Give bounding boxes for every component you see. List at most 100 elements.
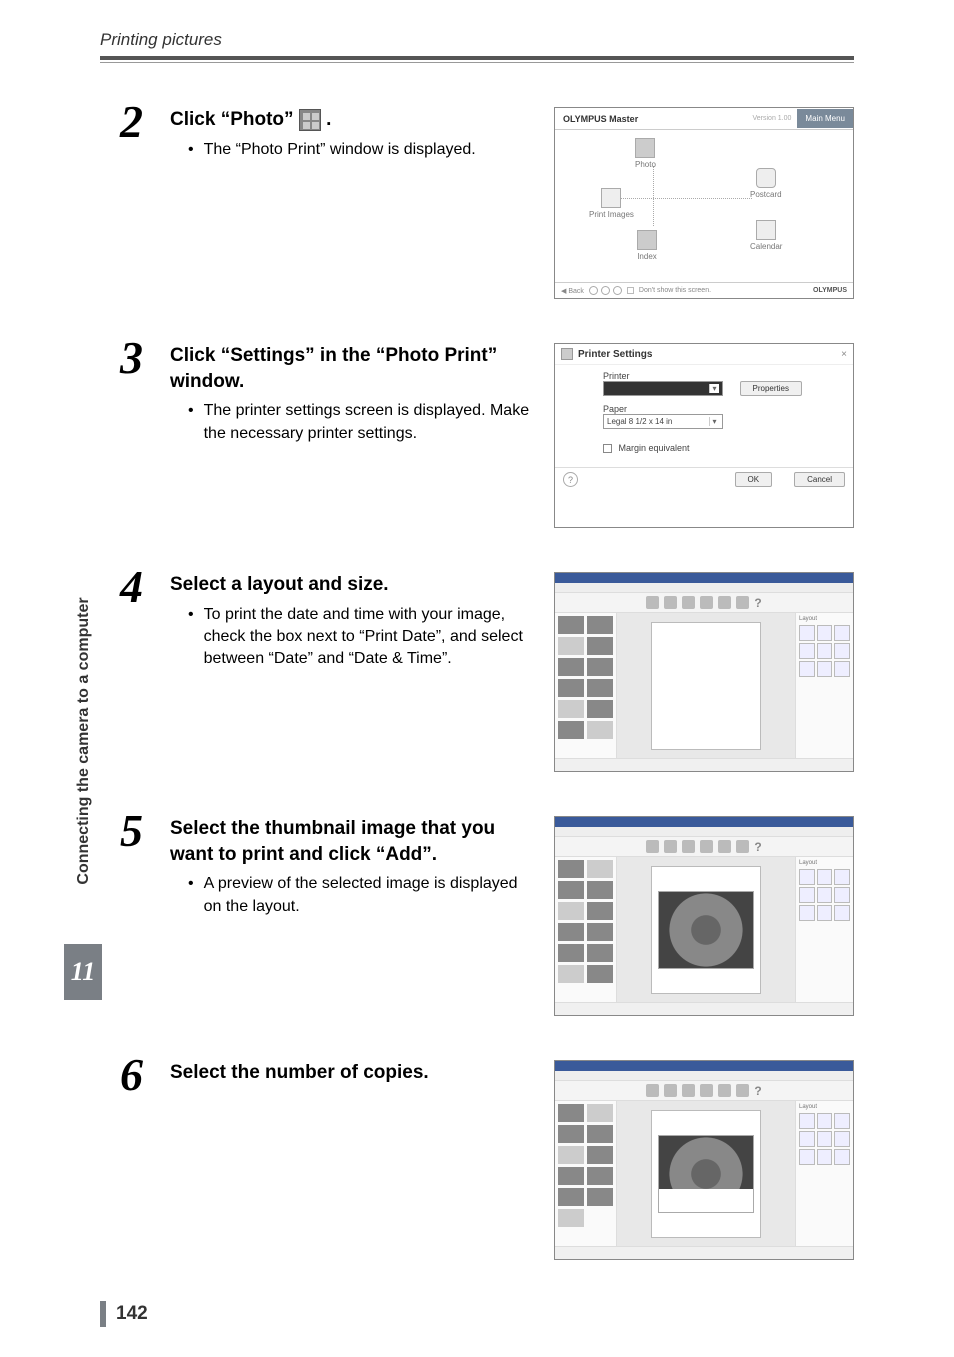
thumbnail[interactable] [558, 721, 584, 739]
thumbnail[interactable] [587, 1125, 613, 1143]
thumbnail[interactable] [587, 881, 613, 899]
layout-option[interactable] [817, 625, 833, 641]
toolbar-icon[interactable] [664, 1084, 677, 1097]
thumbnail[interactable] [558, 881, 584, 899]
toolbar-icon[interactable] [718, 596, 731, 609]
toolbar-icon[interactable] [718, 840, 731, 853]
printer-select[interactable]: ▾ [603, 381, 723, 396]
layout-option[interactable] [834, 905, 850, 921]
print-images-menu-item[interactable]: Print Images [589, 188, 634, 219]
properties-button[interactable]: Properties [740, 381, 802, 396]
help-icon[interactable]: ? [754, 1084, 761, 1097]
thumbnail[interactable] [587, 721, 613, 739]
thumbnail[interactable] [558, 1209, 584, 1227]
toolbar-icon[interactable] [682, 840, 695, 853]
postcard-menu-item[interactable]: Postcard [750, 168, 782, 199]
layout-option[interactable] [817, 643, 833, 659]
thumbnail[interactable] [558, 616, 584, 634]
toolbar-icon[interactable] [646, 840, 659, 853]
layout-option[interactable] [817, 887, 833, 903]
toolbar-icon[interactable] [736, 1084, 749, 1097]
thumbnail[interactable] [587, 1104, 613, 1122]
layout-option[interactable] [817, 1131, 833, 1147]
thumbnail[interactable] [558, 944, 584, 962]
layout-option[interactable] [799, 661, 815, 677]
thumbnail[interactable] [558, 700, 584, 718]
thumbnail[interactable] [558, 1146, 584, 1164]
toolbar-icon[interactable] [682, 1084, 695, 1097]
margin-checkbox[interactable] [603, 444, 612, 453]
thumbnail[interactable] [558, 637, 584, 655]
toolbar-icon[interactable] [718, 1084, 731, 1097]
index-menu-item[interactable]: Index [637, 230, 657, 261]
thumbnail[interactable] [558, 658, 584, 676]
step-bullet: • The printer settings screen is display… [170, 400, 536, 445]
back-link[interactable]: ◀ Back [561, 287, 584, 295]
thumbnail[interactable] [558, 923, 584, 941]
thumbnail[interactable] [558, 1125, 584, 1143]
thumbnail[interactable] [558, 902, 584, 920]
layout-option[interactable] [799, 869, 815, 885]
thumbnail[interactable] [587, 965, 613, 983]
toolbar-icon[interactable] [700, 596, 713, 609]
thumbnail[interactable] [558, 1188, 584, 1206]
layout-option[interactable] [799, 643, 815, 659]
toolbar-icon[interactable] [700, 840, 713, 853]
toolbar-icon[interactable] [736, 596, 749, 609]
thumbnail[interactable] [587, 860, 613, 878]
toolbar-icon[interactable] [646, 1084, 659, 1097]
toolbar-icon[interactable] [700, 1084, 713, 1097]
layout-option[interactable] [834, 643, 850, 659]
layout-option[interactable] [799, 1131, 815, 1147]
layout-option[interactable] [799, 1149, 815, 1165]
thumbnail[interactable] [587, 1188, 613, 1206]
layout-option[interactable] [834, 661, 850, 677]
help-icon[interactable]: ? [563, 472, 578, 487]
thumbnail[interactable] [587, 923, 613, 941]
dont-show-checkbox[interactable] [627, 287, 634, 294]
layout-option[interactable] [834, 1131, 850, 1147]
layout-option[interactable] [817, 1149, 833, 1165]
thumbnail[interactable] [587, 637, 613, 655]
thumbnail[interactable] [587, 902, 613, 920]
thumbnail[interactable] [587, 944, 613, 962]
layout-option[interactable] [834, 625, 850, 641]
layout-option[interactable] [799, 1113, 815, 1129]
close-icon[interactable]: × [841, 349, 847, 360]
layout-option[interactable] [834, 869, 850, 885]
layout-option[interactable] [817, 661, 833, 677]
thumbnail[interactable] [587, 1167, 613, 1185]
paper-select[interactable]: Legal 8 1/2 x 14 in▾ [603, 414, 723, 429]
layout-option[interactable] [799, 625, 815, 641]
layout-option[interactable] [817, 869, 833, 885]
toolbar-icon[interactable] [664, 596, 677, 609]
thumbnail[interactable] [587, 658, 613, 676]
toolbar-icon[interactable] [736, 840, 749, 853]
layout-option[interactable] [834, 1149, 850, 1165]
cancel-button[interactable]: Cancel [794, 472, 845, 487]
thumbnail[interactable] [587, 679, 613, 697]
layout-option[interactable] [799, 887, 815, 903]
toolbar-icon[interactable] [664, 840, 677, 853]
thumbnail[interactable] [558, 1167, 584, 1185]
thumbnail[interactable] [587, 616, 613, 634]
ok-button[interactable]: OK [735, 472, 773, 487]
photo-menu-item[interactable]: Photo [635, 138, 656, 169]
toolbar-icon[interactable] [646, 596, 659, 609]
help-icon[interactable]: ? [754, 596, 761, 609]
thumbnail[interactable] [558, 860, 584, 878]
toolbar-icon[interactable] [682, 596, 695, 609]
thumbnail[interactable] [558, 965, 584, 983]
thumbnail[interactable] [587, 700, 613, 718]
calendar-menu-item[interactable]: Calendar [750, 220, 782, 251]
layout-option[interactable] [834, 887, 850, 903]
main-menu-button[interactable]: Main Menu [797, 109, 853, 128]
layout-option[interactable] [834, 1113, 850, 1129]
thumbnail[interactable] [558, 679, 584, 697]
thumbnail[interactable] [558, 1104, 584, 1122]
layout-option[interactable] [817, 905, 833, 921]
thumbnail[interactable] [587, 1146, 613, 1164]
layout-option[interactable] [817, 1113, 833, 1129]
layout-option[interactable] [799, 905, 815, 921]
help-icon[interactable]: ? [754, 840, 761, 853]
